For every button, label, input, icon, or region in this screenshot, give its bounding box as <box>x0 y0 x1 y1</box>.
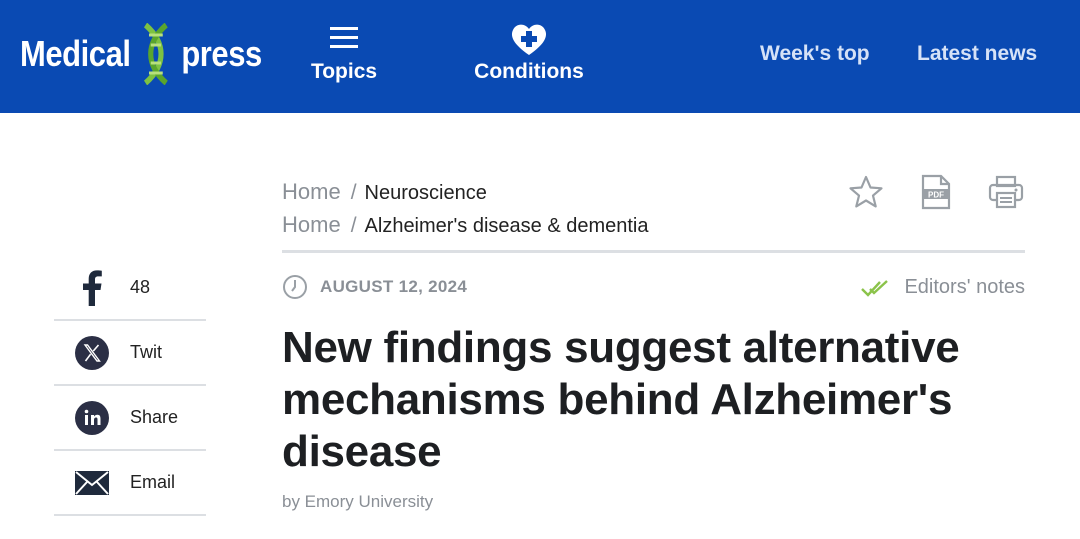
hamburger-menu-icon <box>330 27 358 48</box>
breadcrumb-separator: / <box>350 214 357 237</box>
breadcrumb-row: Home / Alzheimer's disease & dementia <box>282 209 649 242</box>
share-sidebar: 48 Twit Share Email <box>54 256 206 516</box>
nav-conditions-label: Conditions <box>474 60 584 83</box>
star-icon <box>849 175 883 208</box>
share-twitter[interactable]: Twit <box>54 321 206 386</box>
article-date: AUGUST 12, 2024 <box>282 274 467 300</box>
email-icon <box>75 470 109 495</box>
email-share-label: Email <box>130 472 176 492</box>
site-logo[interactable]: Medical press <box>20 22 301 86</box>
breadcrumb-home-link[interactable]: Home <box>282 179 341 204</box>
breadcrumb: Home / Neuroscience Home / Alzheimer's disea… <box>282 176 649 242</box>
header-divider <box>282 250 1025 253</box>
site-header: Medical press Topics Conditions Week's t… <box>0 0 1080 113</box>
linkedin-icon <box>75 400 109 435</box>
breadcrumb-category-link[interactable]: Neuroscience <box>365 182 487 204</box>
svg-text:PDF: PDF <box>928 191 944 200</box>
nav-topics-label: Topics <box>310 60 378 83</box>
nav-latest-news[interactable]: Latest news <box>917 42 1037 66</box>
facebook-icon <box>83 269 102 306</box>
pdf-button[interactable]: PDF <box>916 172 956 212</box>
double-check-icon <box>861 279 889 297</box>
breadcrumb-separator: / <box>350 181 357 204</box>
editors-notes-label: Editors' notes <box>904 276 1025 298</box>
linkedin-share-label: Share <box>130 407 179 427</box>
bookmark-button[interactable] <box>846 172 886 212</box>
twitter-share-label: Twit <box>130 342 163 362</box>
print-icon <box>988 175 1024 209</box>
date-text: AUGUST 12, 2024 <box>320 277 468 296</box>
article-title: New findings suggest alternative mechani… <box>282 323 960 476</box>
nav-conditions[interactable]: Conditions <box>468 22 590 84</box>
editors-notes-link[interactable]: Editors' notes <box>860 276 1025 299</box>
article-byline: by Emory University <box>282 492 434 511</box>
share-facebook[interactable]: 48 <box>54 256 206 321</box>
breadcrumb-category-link[interactable]: Alzheimer's disease & dementia <box>365 215 649 237</box>
nav-weeks-top[interactable]: Week's top <box>760 42 870 66</box>
facebook-share-count: 48 <box>130 277 151 297</box>
nav-topics[interactable]: Topics <box>300 22 388 84</box>
logo-text-right: press <box>181 33 262 74</box>
x-twitter-icon <box>75 335 109 370</box>
breadcrumb-row: Home / Neuroscience <box>282 176 649 209</box>
dna-x-logo-icon <box>143 23 168 85</box>
breadcrumb-home-link[interactable]: Home <box>282 212 341 237</box>
pdf-icon: PDF <box>921 174 951 210</box>
heart-plus-icon <box>511 24 547 55</box>
logo-text-left: Medical <box>20 33 131 74</box>
article-tools: PDF <box>846 172 1026 212</box>
share-email[interactable]: Email <box>54 451 206 516</box>
clock-icon <box>283 275 307 299</box>
print-button[interactable] <box>986 172 1026 212</box>
share-linkedin[interactable]: Share <box>54 386 206 451</box>
